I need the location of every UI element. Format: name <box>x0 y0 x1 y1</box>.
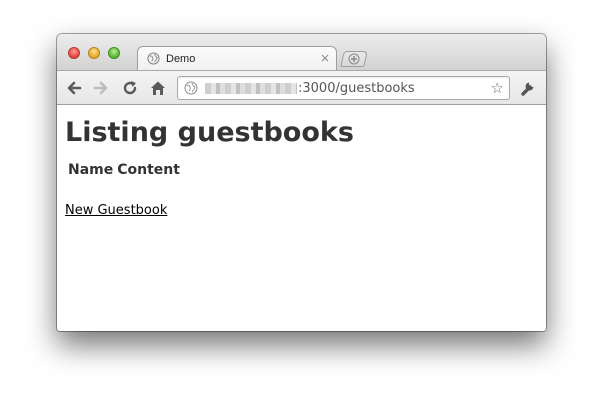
forward-arrow-icon[interactable] <box>92 79 110 97</box>
close-window-button[interactable] <box>68 47 80 59</box>
guestbooks-table: Name Content <box>66 161 182 179</box>
column-header-content: Content <box>117 162 180 178</box>
globe-icon <box>184 81 198 95</box>
reload-icon[interactable] <box>121 79 139 97</box>
star-icon[interactable]: ☆ <box>491 80 504 96</box>
tab-demo[interactable]: Demo × <box>137 46 337 71</box>
new-tab-button[interactable] <box>340 51 368 67</box>
column-header-name: Name <box>68 162 114 178</box>
page-title: Listing guestbooks <box>65 117 354 148</box>
address-path: :3000/guestbooks <box>298 81 415 96</box>
tab-close-icon[interactable]: × <box>320 51 330 65</box>
address-bar[interactable]: :3000/guestbooks ☆ <box>177 76 510 100</box>
new-guestbook-link[interactable]: New Guestbook <box>65 203 167 218</box>
table-header-row: Name Content <box>66 161 182 179</box>
maximize-window-button[interactable] <box>108 47 120 59</box>
minimize-window-button[interactable] <box>88 47 100 59</box>
address-host-redacted <box>205 83 297 94</box>
globe-icon <box>147 52 160 65</box>
wrench-icon[interactable] <box>519 79 537 97</box>
page-content: Listing guestbooks Name Content New Gues… <box>57 105 546 331</box>
tab-title: Demo <box>166 53 196 65</box>
title-bar: Demo × <box>57 34 546 71</box>
plus-icon <box>348 53 360 65</box>
home-icon[interactable] <box>149 79 167 97</box>
browser-window: Demo × :3000/guestbooks ☆ Listing guestb… <box>57 34 546 331</box>
browser-toolbar: :3000/guestbooks ☆ <box>57 70 546 105</box>
back-arrow-icon[interactable] <box>65 79 83 97</box>
